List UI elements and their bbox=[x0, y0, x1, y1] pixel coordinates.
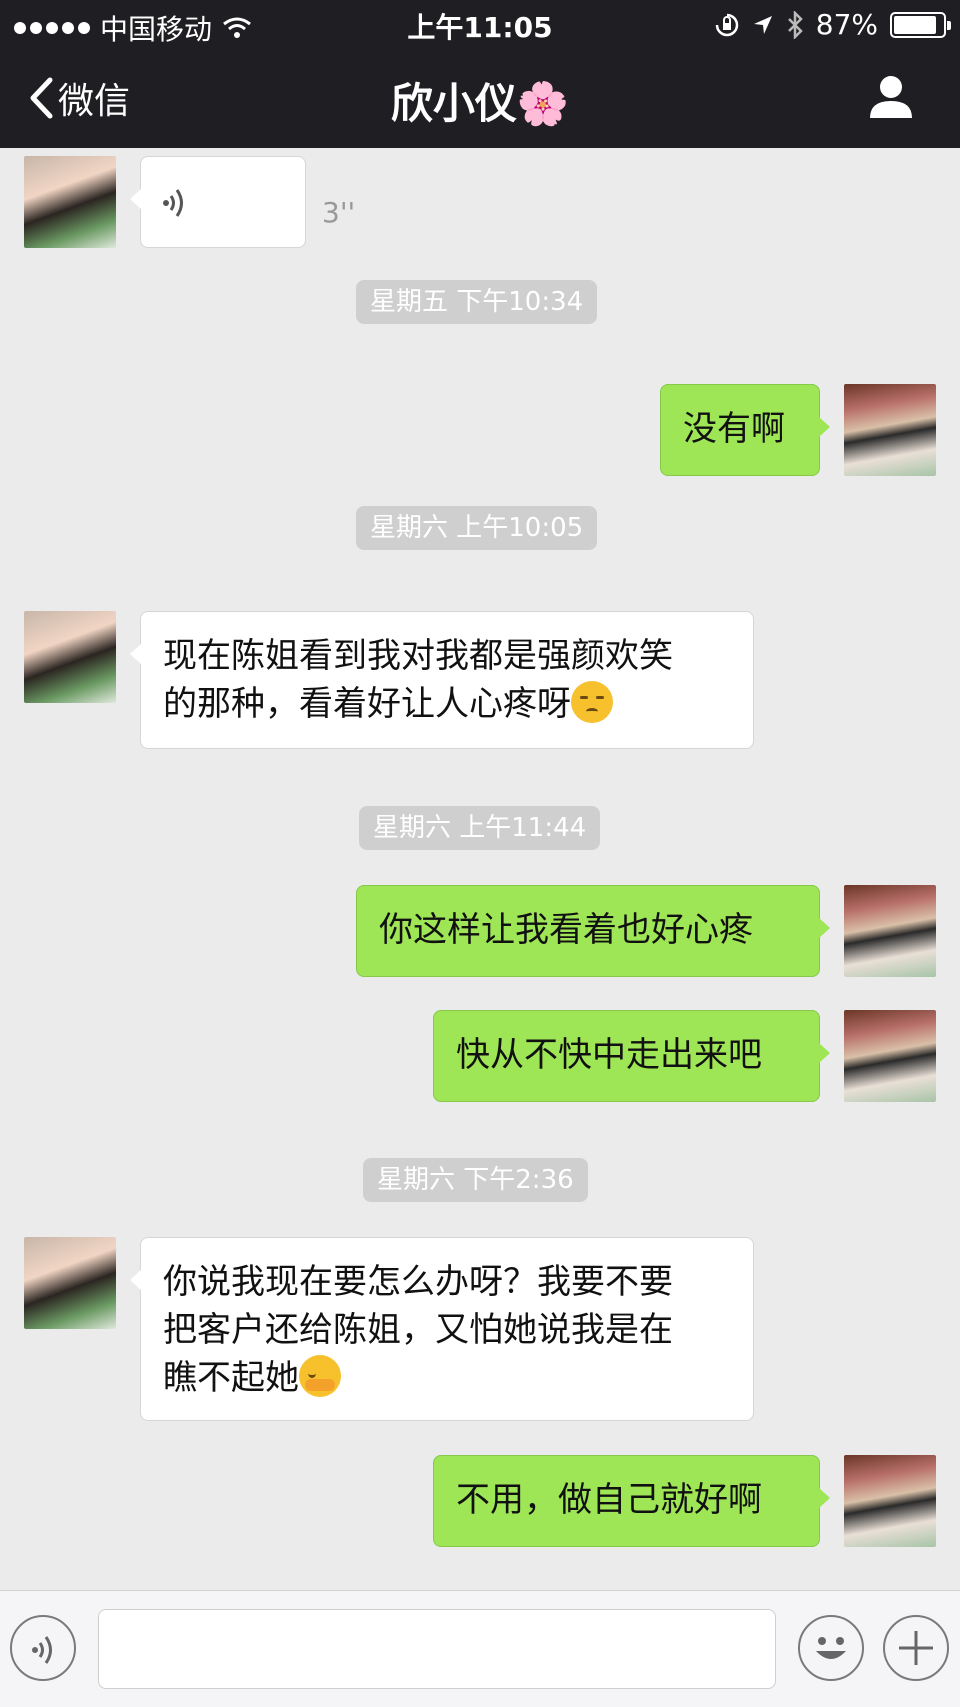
emoji-button[interactable] bbox=[798, 1615, 864, 1681]
incoming-message[interactable]: 现在陈姐看到我对我都是强颜欢笑 的那种，看着好让人心疼呀 bbox=[130, 611, 754, 749]
my-avatar[interactable] bbox=[844, 384, 936, 476]
message-text-line: 现在陈姐看到我对我都是强颜欢笑 bbox=[163, 636, 673, 676]
status-right: 87% bbox=[714, 8, 951, 41]
hugging-face-emoji bbox=[299, 1355, 341, 1397]
input-toolbar bbox=[0, 1590, 960, 1707]
top-bar: 中国移动 上午11:05 87% 微信 欣小仪🌸 bbox=[0, 0, 960, 148]
voice-duration: 3'' bbox=[322, 196, 356, 229]
emoji-smiley-icon bbox=[816, 1637, 846, 1659]
pensive-face-emoji bbox=[571, 681, 613, 723]
status-bar: 中国移动 上午11:05 87% bbox=[0, 0, 960, 50]
contact-avatar[interactable] bbox=[24, 611, 116, 703]
my-avatar[interactable] bbox=[844, 885, 936, 977]
timestamp: 星期五 下午10:34 bbox=[356, 280, 598, 324]
person-icon[interactable] bbox=[868, 74, 914, 118]
incoming-message[interactable]: 你说我现在要怎么办呀？我要不要 把客户还给陈姐，又怕她说我是在 瞧不起她 bbox=[130, 1237, 754, 1421]
message-text-line: 把客户还给陈姐，又怕她说我是在 bbox=[163, 1310, 673, 1350]
timestamp: 星期六 上午11:44 bbox=[359, 806, 601, 850]
battery-icon bbox=[890, 11, 951, 38]
voice-input-button[interactable] bbox=[10, 1615, 76, 1681]
message-text-line: 瞧不起她 bbox=[163, 1358, 299, 1398]
outgoing-message[interactable]: 没有啊 bbox=[660, 384, 830, 476]
message-text-line: 的那种，看着好让人心疼呀 bbox=[163, 684, 571, 724]
battery-level bbox=[894, 15, 936, 34]
contact-avatar[interactable] bbox=[24, 1237, 116, 1329]
battery-percent: 87% bbox=[815, 8, 878, 41]
orientation-lock-icon bbox=[715, 13, 739, 36]
chat-title: 欣小仪🌸 bbox=[390, 79, 570, 128]
contact-avatar[interactable] bbox=[24, 156, 116, 248]
timestamp: 星期六 上午10:05 bbox=[356, 506, 598, 550]
message-text: 没有啊 bbox=[683, 409, 785, 449]
bluetooth-icon bbox=[787, 10, 803, 39]
outgoing-message[interactable]: 不用，做自己就好啊 bbox=[433, 1455, 830, 1547]
nav-bar: 微信 欣小仪🌸 bbox=[0, 50, 960, 148]
plus-icon bbox=[899, 1631, 933, 1665]
my-avatar[interactable] bbox=[844, 1010, 936, 1102]
message-text: 快从不快中走出来吧 bbox=[456, 1035, 762, 1075]
message-text: 不用，做自己就好啊 bbox=[456, 1480, 762, 1520]
voice-wave-icon bbox=[32, 1636, 52, 1664]
outgoing-message[interactable]: 快从不快中走出来吧 bbox=[433, 1010, 830, 1102]
message-text-line: 你说我现在要怎么办呀？我要不要 bbox=[163, 1262, 673, 1302]
timestamp: 星期六 下午2:36 bbox=[363, 1158, 588, 1202]
more-button[interactable] bbox=[883, 1615, 949, 1681]
message-text: 你这样让我看着也好心疼 bbox=[379, 910, 753, 950]
voice-message-bubble[interactable] bbox=[130, 156, 306, 248]
chat-area[interactable]: 3'' 星期五 下午10:34 没有啊 星期六 上午10:05 现在陈姐看到我对… bbox=[0, 148, 960, 1590]
voice-wave-icon bbox=[163, 189, 183, 217]
my-avatar[interactable] bbox=[844, 1455, 936, 1547]
outgoing-message[interactable]: 你这样让我看着也好心疼 bbox=[356, 885, 830, 977]
message-input[interactable] bbox=[98, 1609, 776, 1689]
location-arrow-icon bbox=[753, 15, 772, 34]
